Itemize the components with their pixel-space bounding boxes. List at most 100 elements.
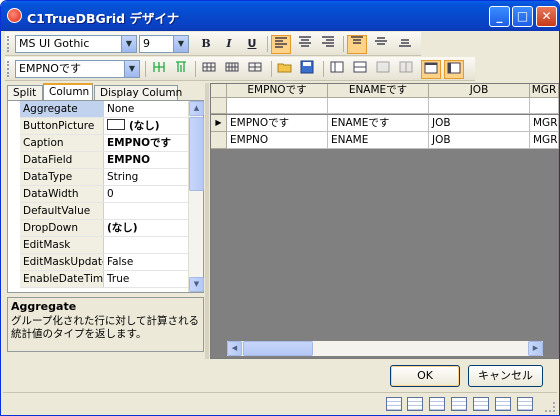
append-column-icon[interactable] — [171, 60, 191, 79]
scroll-left-icon[interactable]: ◀ — [227, 341, 242, 356]
filter-cell[interactable] — [227, 98, 328, 114]
property-value[interactable]: (なし) — [105, 220, 188, 236]
valign-bottom-icon[interactable] — [395, 35, 415, 54]
property-value[interactable]: EMPNO — [105, 152, 188, 168]
layout-columns-icon[interactable] — [327, 60, 347, 79]
align-center-icon[interactable] — [295, 35, 315, 54]
toolbar-separator — [145, 61, 146, 77]
minimize-button[interactable]: _ — [489, 6, 510, 27]
property-row[interactable]: ButtonPicture (なし) — [20, 118, 188, 135]
layout-rows-icon[interactable] — [350, 60, 370, 79]
property-value[interactable]: None — [105, 101, 188, 117]
grid-cell[interactable]: MGR — [530, 115, 559, 132]
grid-column-header[interactable]: ENAMEです — [328, 84, 429, 98]
filter-cell[interactable] — [328, 98, 429, 114]
format-toolbar: MS UI Gothic ▼ 9 ▼ B I U — [5, 32, 421, 56]
align-right-icon[interactable] — [318, 35, 338, 54]
italic-button[interactable]: I — [219, 35, 239, 54]
grid-style-icon[interactable] — [451, 397, 467, 411]
split-horizontal-icon[interactable] — [199, 60, 219, 79]
property-row[interactable]: DefaultValue — [20, 203, 188, 220]
scroll-up-icon[interactable]: ▲ — [189, 101, 204, 116]
font-name-select[interactable]: MS UI Gothic ▼ — [15, 35, 137, 53]
property-value[interactable]: EMPNOです — [105, 135, 188, 151]
property-name: DataWidth — [20, 186, 104, 202]
tab-column[interactable]: Column — [43, 83, 93, 101]
maximize-button[interactable]: □ — [512, 6, 533, 27]
grid-cell[interactable]: MGR — [530, 132, 559, 149]
filter-cell[interactable] — [429, 98, 530, 114]
grid-style-icon[interactable] — [495, 397, 511, 411]
row-selector — [211, 132, 227, 149]
grid-cell[interactable]: ENAME — [328, 132, 429, 149]
insert-column-icon[interactable] — [149, 60, 169, 79]
grid-column-header[interactable]: MGR — [530, 84, 559, 98]
layout-merge-icon[interactable] — [373, 60, 393, 79]
close-button[interactable]: ✕ — [536, 6, 557, 27]
property-scrollbar[interactable]: ▲ ▼ — [188, 101, 204, 292]
grid-cell[interactable]: ENAMEです — [328, 115, 429, 132]
remove-split-icon[interactable] — [245, 60, 265, 79]
underline-button[interactable]: U — [242, 35, 262, 54]
property-value[interactable]: 0 — [105, 186, 188, 202]
scroll-thumb[interactable] — [243, 341, 313, 356]
property-row[interactable]: EditMask — [20, 237, 188, 254]
grid-column-header[interactable]: EMPNOです — [227, 84, 328, 98]
font-size-select[interactable]: 9 ▼ — [139, 35, 189, 53]
grid-cell[interactable]: JOB — [429, 115, 530, 132]
property-value-text: String — [107, 171, 139, 183]
resize-grip[interactable] — [545, 402, 555, 412]
property-row[interactable]: DataType String — [20, 169, 188, 186]
property-value[interactable]: False — [105, 254, 188, 270]
grid-preview: EMPNOです ENAMEです JOB MGR ▶ EMPNOです ENAMEで… — [210, 83, 559, 359]
property-value[interactable]: String — [105, 169, 188, 185]
grid-style-icon[interactable] — [407, 397, 423, 411]
grid-style-icon[interactable] — [386, 397, 402, 411]
bold-button[interactable]: B — [196, 35, 216, 54]
property-value[interactable]: (なし) — [105, 118, 188, 134]
toolbar-grip[interactable] — [7, 61, 10, 77]
scroll-right-icon[interactable]: ▶ — [528, 341, 543, 356]
valign-middle-icon[interactable] — [371, 35, 391, 54]
property-row[interactable]: DropDown (なし) — [20, 220, 188, 237]
panel-splitter[interactable] — [205, 83, 209, 359]
property-row[interactable]: EditMaskUpdate False — [20, 254, 188, 271]
grid-column-header[interactable]: JOB — [429, 84, 530, 98]
align-left-icon[interactable] — [271, 35, 291, 54]
title-bar[interactable]: C1TrueDBGrid デザイナ _ □ ✕ — [1, 1, 559, 31]
layout-inverted-icon[interactable] — [444, 60, 464, 79]
grid-style-icon[interactable] — [473, 397, 489, 411]
save-icon[interactable] — [297, 60, 317, 79]
grid-style-icon[interactable] — [517, 397, 533, 411]
ok-button[interactable]: OK — [390, 365, 460, 387]
property-value[interactable]: True — [105, 271, 188, 287]
column-select[interactable]: EMPNOです ▼ — [15, 60, 140, 78]
row-selector-header — [211, 84, 227, 98]
grid-cell[interactable]: EMPNOです — [227, 115, 328, 132]
layout-normal-icon[interactable] — [421, 60, 441, 79]
property-row[interactable]: DataWidth 0 — [20, 186, 188, 203]
open-folder-icon[interactable] — [275, 60, 295, 79]
scroll-down-icon[interactable]: ▼ — [189, 277, 204, 292]
property-row[interactable]: Caption EMPNOです — [20, 135, 188, 152]
grid-cell[interactable]: EMPNO — [227, 132, 328, 149]
property-description: Aggregate グループ化された行に対して計算される統計値のタイプを返します… — [7, 297, 204, 352]
grid-style-icon[interactable] — [429, 397, 445, 411]
toolbar-grip[interactable] — [7, 36, 10, 52]
property-row[interactable]: Aggregate None — [20, 101, 188, 118]
property-row[interactable]: EnableDateTime True — [20, 271, 188, 288]
filter-cell[interactable] — [530, 98, 559, 114]
split-vertical-icon[interactable] — [222, 60, 242, 79]
valign-top-icon[interactable] — [347, 35, 367, 54]
grid-horizontal-scrollbar[interactable]: ◀ ▶ — [227, 341, 543, 356]
cancel-button[interactable]: キャンセル — [468, 365, 543, 387]
grid-cell[interactable]: JOB — [429, 132, 530, 149]
layout-form-icon[interactable] — [396, 60, 416, 79]
property-name: DataType — [20, 169, 104, 185]
app-icon — [7, 8, 22, 23]
tab-split[interactable]: Split — [7, 85, 43, 101]
status-bar — [3, 392, 557, 414]
scroll-thumb[interactable] — [189, 117, 204, 191]
property-row[interactable]: DataField EMPNO — [20, 152, 188, 169]
tab-display-column[interactable]: Display Column — [94, 85, 182, 101]
